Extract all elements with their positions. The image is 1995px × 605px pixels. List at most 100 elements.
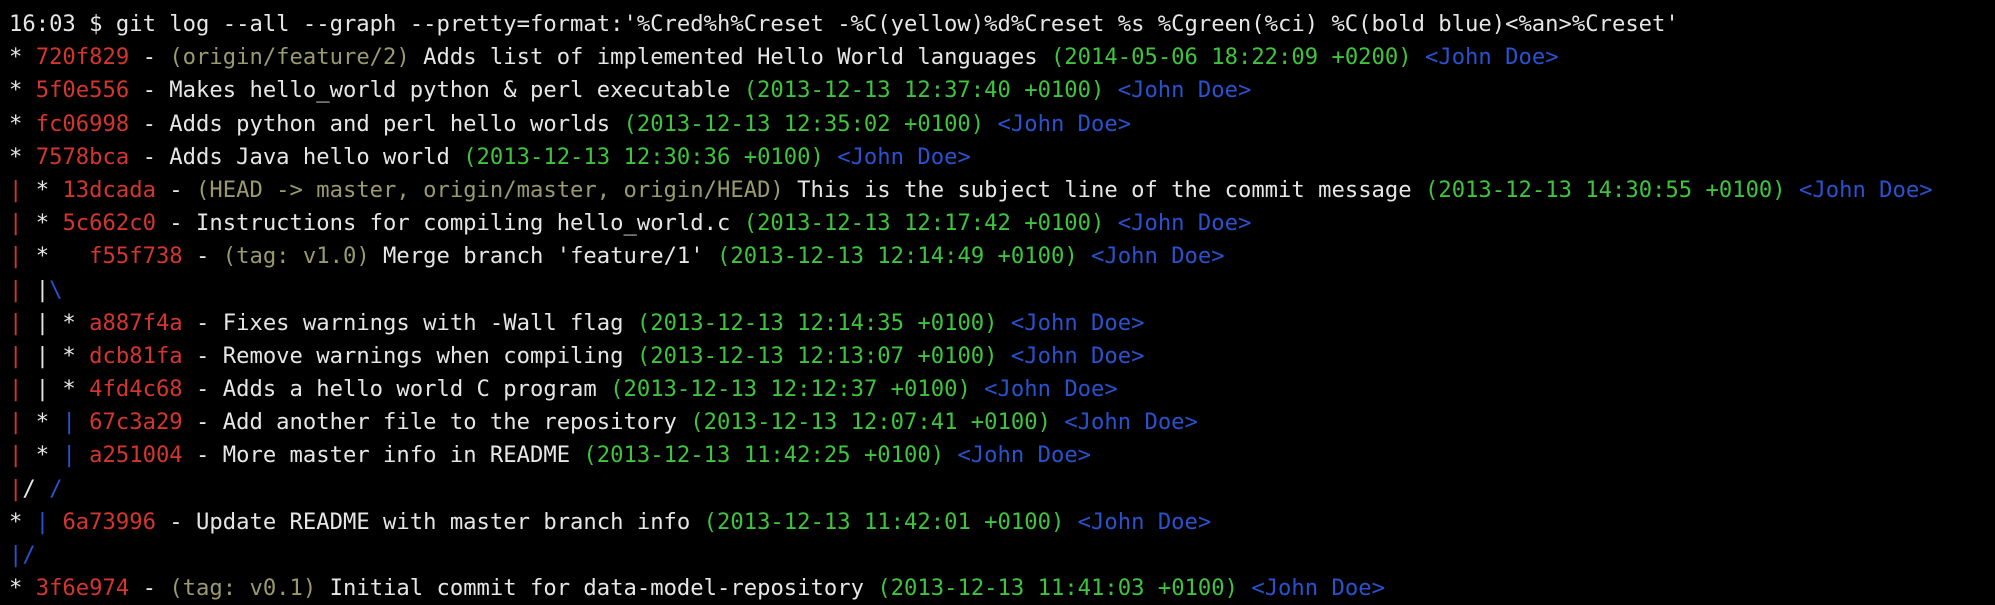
commit-date: (2013-12-13 14:30:55 +0100) bbox=[1424, 176, 1786, 203]
log-line: | * 5c662c0 - Instructions for compiling… bbox=[9, 207, 1933, 240]
commit-date: (2013-12-13 12:07:41 +0100) bbox=[690, 409, 1051, 436]
commit-date: (2013-12-13 12:35:02 +0100) bbox=[623, 110, 985, 137]
author-name: <John Doe> bbox=[997, 110, 1132, 137]
ref-names: (tag: v1.0) bbox=[222, 243, 370, 270]
author-name: <John Doe> bbox=[1077, 508, 1212, 535]
commit-hash: fc06998 bbox=[35, 110, 130, 137]
commit-date: (2013-12-13 12:17:42 +0100) bbox=[743, 210, 1105, 237]
author-name: <John Doe> bbox=[957, 442, 1092, 469]
log-line: | * 13dcada - (HEAD -> master, origin/ma… bbox=[9, 174, 1933, 207]
author-name: / bbox=[49, 475, 63, 502]
log-text: * bbox=[9, 44, 36, 71]
commit-hash: 3f6e974 bbox=[35, 575, 130, 602]
log-text: - Adds a hello world C program bbox=[182, 376, 611, 403]
log-text: - bbox=[129, 44, 170, 71]
log-text: Adds list of implemented Hello World lan… bbox=[409, 44, 1051, 71]
terminal-window[interactable]: 16:03 $ git log --all --graph --pretty=f… bbox=[0, 0, 1995, 605]
commit-hash: 4fd4c68 bbox=[89, 376, 183, 403]
log-line: * 3f6e974 - (tag: v0.1) Initial commit f… bbox=[9, 572, 1933, 605]
commit-hash: 13dcada bbox=[62, 176, 156, 203]
ref-names: (HEAD -> master, origin/master, origin/H… bbox=[196, 176, 784, 203]
log-text: - Instructions for compiling hello_world… bbox=[155, 210, 744, 237]
author-name: <John Doe> bbox=[837, 143, 971, 170]
commit-date: (2013-12-13 11:41:03 +0100) bbox=[877, 575, 1238, 602]
log-line: | |\ bbox=[9, 274, 1933, 307]
author-name: <John Doe> bbox=[1424, 44, 1559, 71]
commit-date: (2013-12-13 12:13:07 +0100) bbox=[636, 342, 998, 369]
ref-names: (tag: v0.1) bbox=[169, 575, 317, 602]
author-name: <John Doe> bbox=[1799, 176, 1933, 203]
log-text: * bbox=[9, 575, 36, 602]
commit-hash: | bbox=[9, 210, 23, 237]
commit-date: (2013-12-13 12:37:40 +0100) bbox=[743, 77, 1105, 104]
author-name: <John Doe> bbox=[1010, 342, 1145, 369]
commit-hash: a251004 bbox=[89, 442, 183, 469]
commit-hash: 7578bca bbox=[35, 143, 130, 170]
commit-hash: 5c662c0 bbox=[62, 210, 156, 237]
author-name: | bbox=[35, 508, 50, 535]
command-line: 16:03 $ git log --all --graph --pretty=f… bbox=[9, 8, 1933, 41]
log-text: * bbox=[9, 77, 36, 104]
log-text: * bbox=[22, 442, 63, 469]
log-text: - Adds Java hello world bbox=[129, 143, 464, 170]
author-name: | bbox=[62, 442, 76, 469]
author-name: <John Doe> bbox=[1117, 77, 1252, 104]
commit-hash: | bbox=[9, 342, 23, 369]
author-name: <John Doe> bbox=[1251, 575, 1385, 602]
commit-hash: 5f0e556 bbox=[35, 77, 130, 104]
log-line: * 5f0e556 - Makes hello_world python & p… bbox=[9, 74, 1933, 107]
commit-hash: | bbox=[9, 176, 23, 203]
commit-hash: | bbox=[9, 376, 23, 403]
commit-hash: | bbox=[9, 409, 23, 436]
commit-hash: dcb81fa bbox=[89, 342, 183, 369]
log-text: - bbox=[129, 575, 170, 602]
command-text: 16:03 $ git log --all --graph --pretty=f… bbox=[9, 11, 1679, 37]
log-line: * 7578bca - Adds Java hello world (2013-… bbox=[9, 141, 1933, 174]
log-text: / bbox=[22, 475, 36, 502]
author-name: <John Doe> bbox=[984, 376, 1118, 403]
log-line: |/ / bbox=[9, 473, 1933, 506]
log-line: * fc06998 - Adds python and perl hello w… bbox=[9, 108, 1933, 141]
log-line: | | * a887f4a - Fixes warnings with -Wal… bbox=[9, 307, 1933, 340]
log-line: | * | a251004 - More master info in READ… bbox=[9, 439, 1933, 472]
log-line: * | 6a73996 - Update README with master … bbox=[9, 506, 1933, 539]
commit-date: (2013-12-13 12:12:37 +0100) bbox=[610, 376, 971, 403]
log-text: Merge branch 'feature/1' bbox=[369, 243, 718, 270]
log-line: |/ bbox=[9, 539, 1933, 572]
log-text: | * bbox=[22, 342, 90, 369]
log-text: * bbox=[9, 143, 36, 170]
log-line: * 720f829 - (origin/feature/2) Adds list… bbox=[9, 41, 1933, 74]
author-name: \ bbox=[49, 276, 63, 303]
log-line: | * f55f738 - (tag: v1.0) Merge branch '… bbox=[9, 240, 1933, 273]
log-text: | * bbox=[22, 376, 90, 403]
commit-date: (2013-12-13 12:30:36 +0100) bbox=[463, 143, 824, 170]
commit-date: (2013-12-13 12:14:49 +0100) bbox=[717, 243, 1078, 270]
log-text: - Add another file to the repository bbox=[182, 409, 691, 436]
commit-hash: a887f4a bbox=[89, 309, 183, 336]
log-text: * bbox=[22, 409, 63, 436]
log-text: - Makes hello_world python & perl execut… bbox=[129, 77, 744, 104]
commit-hash: | bbox=[9, 442, 23, 469]
commit-hash: | bbox=[9, 243, 23, 270]
log-text: | bbox=[35, 276, 50, 303]
author-name: <John Doe> bbox=[1091, 243, 1225, 270]
commit-hash: | bbox=[9, 475, 23, 502]
commit-hash: f55f738 bbox=[89, 243, 183, 270]
log-text: - Fixes warnings with -Wall flag bbox=[182, 309, 637, 336]
log-text: * bbox=[9, 508, 36, 535]
log-text: - Remove warnings when compiling bbox=[182, 342, 637, 369]
